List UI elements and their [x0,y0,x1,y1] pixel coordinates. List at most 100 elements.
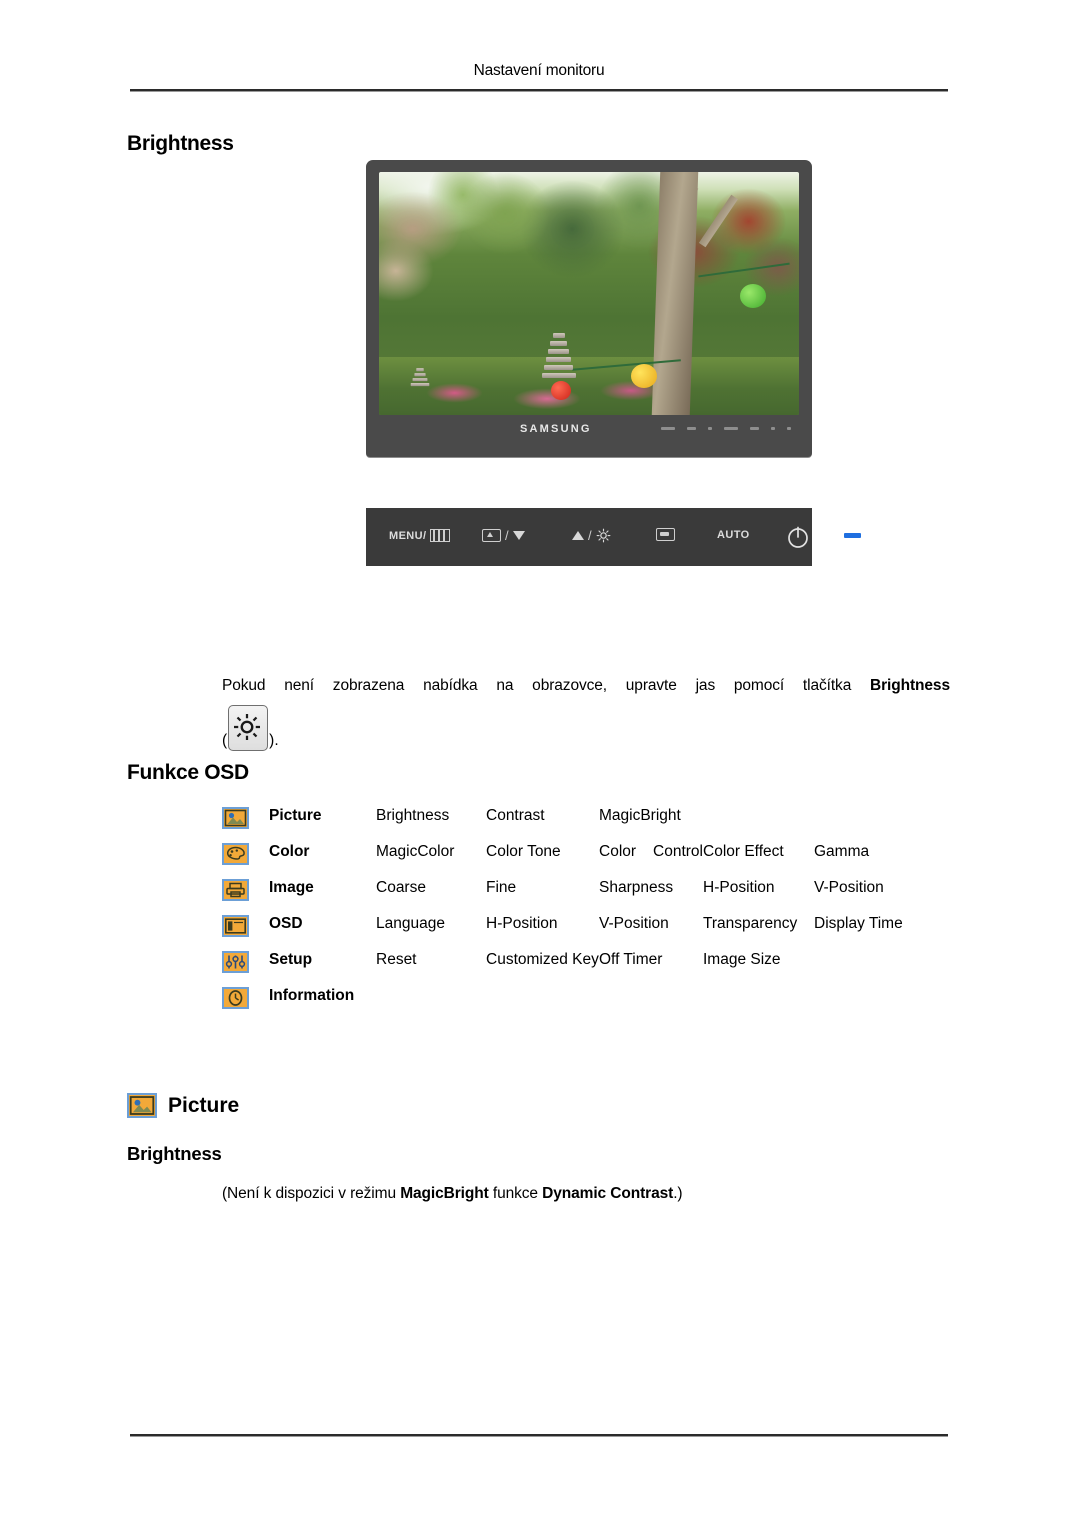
magicbright-note: (Není k dispozici v režimu MagicBright f… [222,1185,683,1203]
sun-icon [234,714,261,740]
source-box-icon [482,529,501,542]
osd-cell: Off Timer [599,951,663,968]
instruction-line: Pokud není zobrazena nabídka na obrazovc… [222,675,950,696]
osd-row-icon [222,914,269,937]
osd-cell: MagicColor [376,843,455,860]
led-indicator [844,533,861,538]
photo-ground-layer [379,356,799,415]
instruction-bold-term: Brightness [870,677,950,694]
osd-cell: Color Tone [486,843,561,860]
table-row: Color MagicColor Color Tone Color Contro… [222,842,950,865]
osd-cell: Coarse [376,879,426,896]
osd-row-label: Picture [269,807,322,824]
close-paren: ). [269,732,279,749]
table-row: Picture Brightness Contrast MagicBright [222,806,950,829]
monitor-screen-photo [379,172,799,415]
photo-lantern-green [740,283,767,308]
osd-cell: Color Control [599,843,703,860]
footer-divider [130,1434,948,1437]
osd-cell: Image Size [703,951,781,968]
setup-sliders-icon [222,951,249,973]
control-up-brightness-button[interactable]: / [572,528,611,543]
osd-cell: Contrast [486,807,545,824]
monitor-control-panel: MENU/ / / AUTO [366,508,861,566]
control-separator: / [505,528,510,543]
triangle-up-icon [572,531,584,540]
osd-row-label: Information [269,987,355,1004]
control-menu-button[interactable]: MENU/ [389,529,451,542]
osd-row-icon [222,806,269,829]
brightness-key-button[interactable] [228,705,269,751]
control-auto-label: AUTO [717,529,750,541]
note-suffix: .) [673,1185,683,1202]
control-enter-button[interactable] [656,528,675,541]
photo-stone-pagoda-small [408,368,433,388]
table-row: Image Coarse Fine Sharpness H-Position V… [222,878,950,901]
osd-window-icon [222,915,249,937]
osd-cell: Gamma [814,843,870,860]
enter-box-icon [656,528,675,541]
image-icon [222,879,249,901]
section-heading-funkce-osd: Funkce OSD [127,761,249,784]
table-row: OSD Language H-Position V-Position Trans… [222,914,950,937]
section-heading-brightness: Brightness [127,132,234,155]
osd-row-icon [222,986,269,1009]
osd-cell: Customized Key [486,951,599,968]
page-header-title: Nastavení monitoru [473,62,605,79]
power-led-indicator [844,533,861,538]
osd-cell: MagicBright [599,807,681,824]
color-palette-icon [222,843,249,865]
samsung-brand-logo: SAMSUNG [520,423,592,435]
information-clock-icon [222,987,249,1009]
monitor-illustration: SAMSUNG [366,160,812,457]
osd-cell: H-Position [486,915,558,932]
osd-cell: Color Effect [703,843,784,860]
picture-icon [222,807,249,829]
osd-cell: Reset [376,951,417,968]
control-power-button[interactable] [786,525,810,549]
osd-function-table: Picture Brightness Contrast MagicBright … [222,806,950,1022]
bezel-control-marks [661,427,791,430]
osd-row-label: Image [269,879,314,896]
menu-bars-icon [430,529,451,542]
table-row: Information [222,986,950,1009]
osd-cell: V-Position [814,879,884,896]
control-source-down-button[interactable]: / [482,528,526,543]
osd-cell: Brightness [376,807,450,824]
osd-row-icon [222,878,269,901]
osd-row-label: Color [269,843,310,860]
brightness-instruction-paragraph: Pokud není zobrazena nabídka na obrazovc… [222,675,950,751]
osd-cell: Transparency [703,915,798,932]
note-bold-dynamic-contrast: Dynamic Contrast [542,1185,674,1202]
note-bold-magicbright: MagicBright [400,1185,489,1202]
osd-cell: H-Position [703,879,775,896]
section-heading-picture: Picture [127,1093,239,1118]
control-menu-label: MENU/ [389,529,427,542]
osd-row-icon [222,842,269,865]
picture-heading-label: Picture [168,1093,240,1117]
osd-cell: Display Time [814,915,903,932]
photo-stone-pagoda [539,332,579,381]
osd-row-icon [222,950,269,973]
osd-row-label: OSD [269,915,303,932]
open-paren: ( [222,732,228,749]
osd-row-label: Setup [269,951,313,968]
brightness-key-line: ( ). [222,705,950,751]
osd-cell: V-Position [599,915,669,932]
note-middle: funkce [488,1185,543,1202]
note-prefix: (Není k dispozici v režimu [222,1185,401,1202]
table-row: Setup Reset Customized Key Off Timer Ima… [222,950,950,973]
header-divider [130,89,948,92]
osd-cell: Language [376,915,445,932]
monitor-bezel: SAMSUNG [379,415,799,447]
subsection-heading-brightness: Brightness [127,1143,222,1164]
picture-icon [127,1093,157,1118]
sun-icon [596,528,611,543]
osd-cell: Sharpness [599,879,674,896]
control-separator: / [588,528,593,543]
triangle-down-icon [513,531,526,540]
control-auto-button[interactable]: AUTO [717,529,750,541]
power-icon [788,526,808,548]
instruction-text: Pokud není zobrazena nabídka na obrazovc… [222,677,852,694]
osd-cell: Fine [486,879,517,896]
